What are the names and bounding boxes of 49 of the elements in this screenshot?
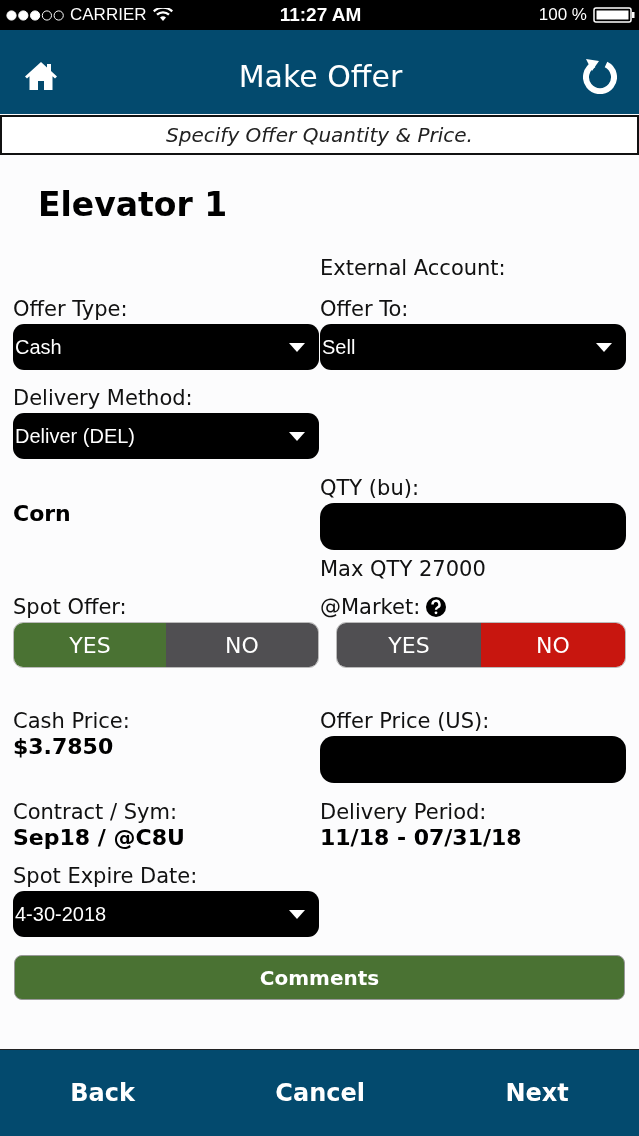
page-title: Make Offer — [238, 58, 403, 94]
toggle-option[interactable]: NO — [166, 623, 318, 667]
dropdown[interactable]: Sell — [320, 324, 626, 370]
field-label: Delivery Method: — [13, 385, 193, 411]
field-label: Offer To: — [320, 296, 409, 322]
nav-button[interactable]: Cancel — [267, 1075, 373, 1111]
wifi-icon — [152, 8, 173, 22]
yes-no-toggle[interactable]: YES NO — [336, 622, 626, 668]
dropdown[interactable]: 4-30-2018 — [13, 891, 319, 937]
signal-icon — [6, 9, 64, 21]
location-title: Elevator 1 — [38, 185, 229, 225]
nav-button[interactable]: Back — [62, 1075, 143, 1111]
field-label: Offer Type: — [13, 296, 128, 322]
field-label: Cash Price: — [13, 708, 130, 734]
field-value: $3.7850 — [13, 734, 114, 760]
field-label: Offer Price (US): — [320, 708, 490, 734]
home-icon[interactable] — [24, 61, 58, 91]
input-field[interactable] — [320, 503, 626, 550]
field-label: QTY (bu): — [320, 475, 419, 501]
toggle-option[interactable]: YES — [14, 623, 166, 667]
commodity-label: Corn — [13, 501, 71, 527]
field-label: Spot Expire Date: — [13, 863, 198, 889]
comments-button[interactable]: Comments — [14, 955, 625, 1000]
battery-icon — [593, 7, 635, 23]
caret-icon — [289, 909, 305, 919]
carrier-name: CARRIER — [70, 5, 147, 25]
field-label: Spot Offer: — [13, 594, 127, 620]
field-label: External Account: — [320, 255, 506, 281]
battery-percent: 100 % — [538, 5, 587, 25]
field-value: 11/18 - 07/31/18 — [320, 825, 522, 851]
toggle-option[interactable]: YES — [337, 623, 481, 667]
max-quantity-text: Max QTY 27000 — [320, 556, 486, 582]
field-label: Contract / Sym: — [13, 799, 178, 825]
toggle-option[interactable]: NO — [481, 623, 625, 667]
caret-icon — [289, 431, 305, 441]
clock-time: 11:27 AM — [279, 4, 362, 26]
caret-icon — [596, 342, 612, 352]
input-field[interactable] — [320, 736, 626, 783]
dropdown[interactable]: Cash — [13, 324, 319, 370]
help-icon[interactable] — [425, 596, 448, 618]
field-label: @Market: — [320, 594, 421, 620]
field-value: Sep18 / @C8U — [13, 825, 185, 851]
nav-button[interactable]: Next — [497, 1075, 577, 1111]
dropdown[interactable]: Deliver (DEL) — [13, 413, 319, 459]
yes-no-toggle[interactable]: YES NO — [13, 622, 319, 668]
field-label: Delivery Period: — [320, 799, 487, 825]
caret-icon — [289, 342, 305, 352]
refresh-icon[interactable] — [583, 58, 617, 94]
instruction-text: Specify Offer Quantity & Price. — [166, 123, 473, 147]
